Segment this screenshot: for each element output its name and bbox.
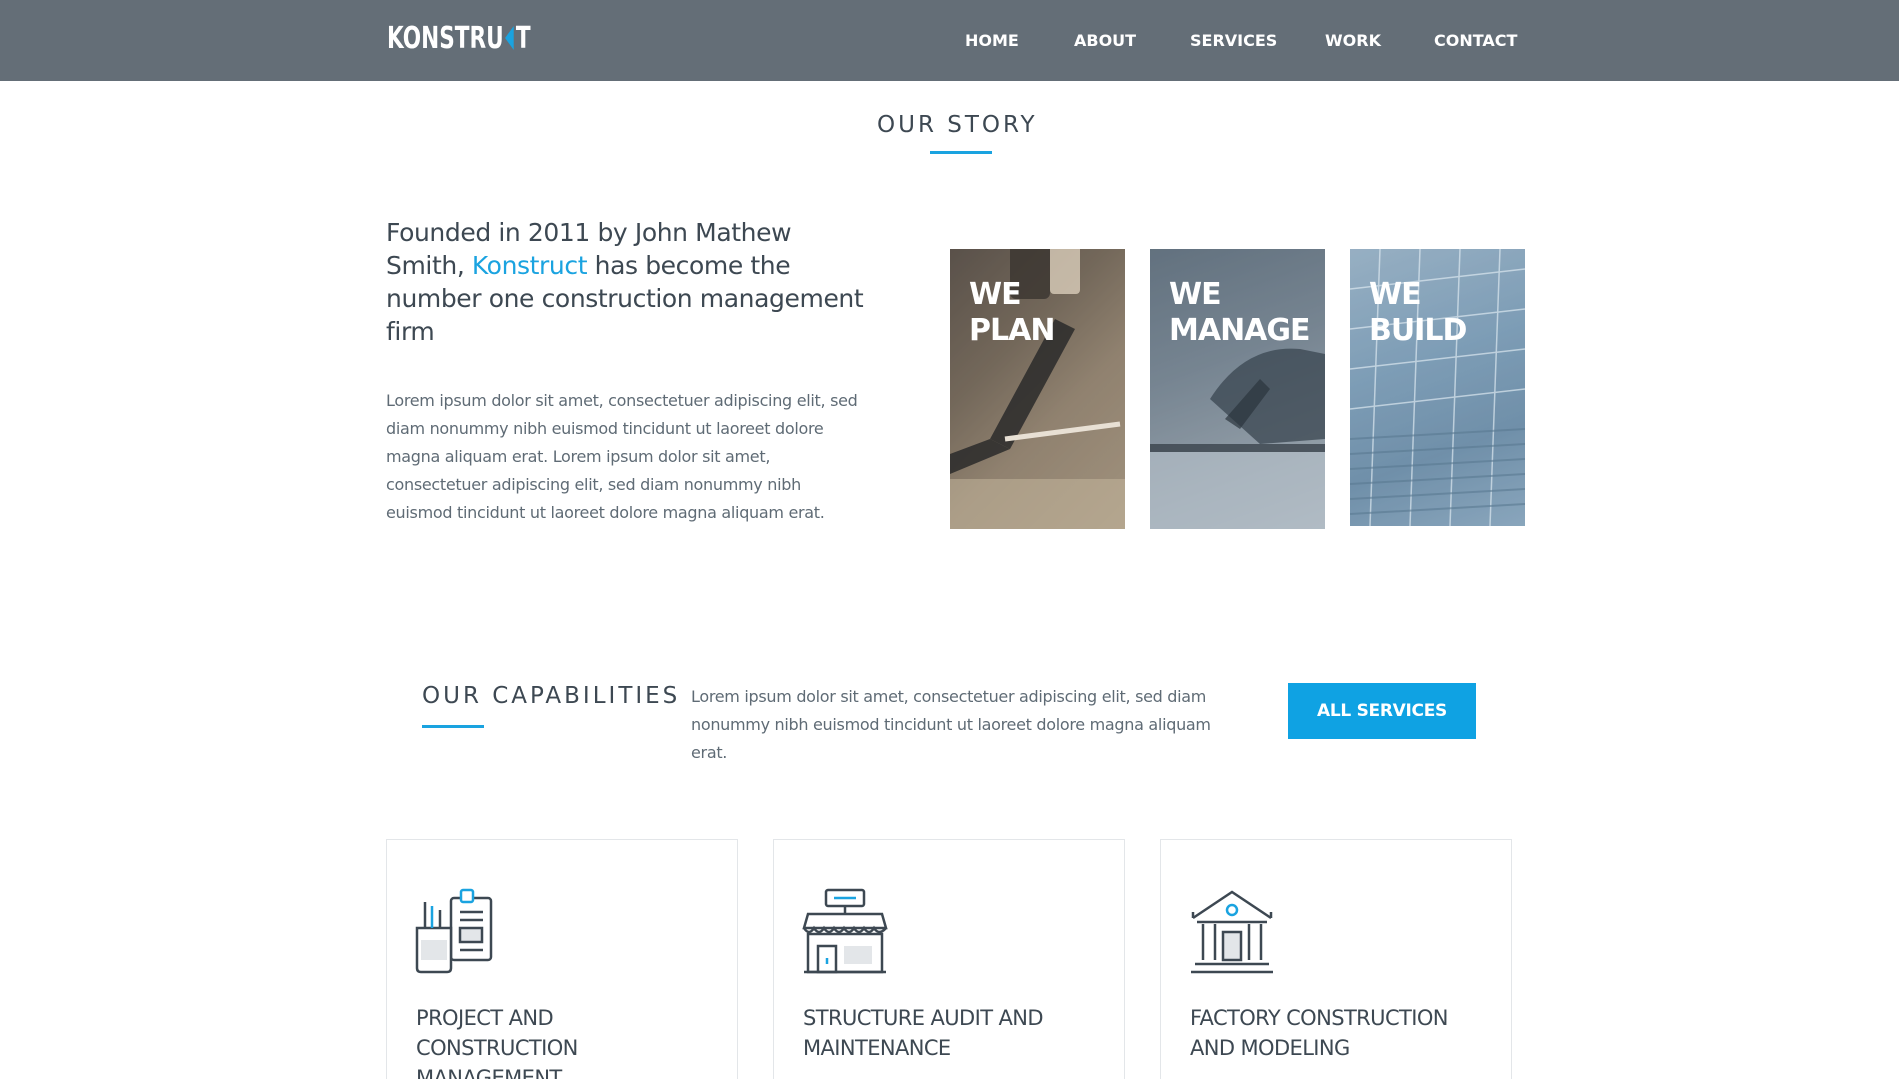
we-manage-tile[interactable]: WE MANAGE [1150, 249, 1325, 529]
tile-build-line2: BUILD [1369, 313, 1467, 348]
capability-card[interactable]: PROJECT AND CONSTRUCTION MANAGEMENT [386, 839, 738, 1079]
storefront-icon [802, 888, 888, 974]
we-manage-caption: WE MANAGE [1169, 277, 1311, 349]
logo-chevron-mark [505, 26, 514, 50]
konstruct-logo[interactable]: KONSTRU T [387, 20, 531, 56]
nav-services[interactable]: SERVICES [1190, 31, 1277, 50]
story-lead: Founded in 2011 by John Mathew Smith, Ko… [386, 216, 866, 348]
tile-build-line1: WE [1369, 277, 1422, 312]
we-plan-tile[interactable]: WE PLAN [950, 249, 1125, 529]
our-capabilities-underline [422, 725, 484, 728]
brand-link[interactable]: Konstruct [472, 251, 588, 280]
logo-text-left: KONSTRU [387, 20, 504, 56]
all-services-button[interactable]: ALL SERVICES [1288, 683, 1476, 739]
story-body: Lorem ipsum dolor sit amet, consectetuer… [386, 391, 858, 522]
our-story-underline [930, 151, 992, 154]
tile-plan-line2: PLAN [969, 313, 1055, 348]
nav-about[interactable]: ABOUT [1074, 31, 1136, 50]
capabilities-description: Lorem ipsum dolor sit amet, consectetuer… [691, 687, 1211, 762]
card-title: STRUCTURE AUDIT AND MAINTENANCE [803, 1006, 1044, 1060]
logo-text-right: T [515, 20, 531, 56]
tile-plan-line1: WE [969, 277, 1022, 312]
we-build-tile[interactable]: WE BUILD [1350, 249, 1525, 526]
card-title: PROJECT AND CONSTRUCTION MANAGEMENT [416, 1006, 578, 1079]
nav-work[interactable]: WORK [1325, 31, 1381, 50]
tile-manage-line1: WE [1169, 277, 1222, 312]
building-columns-icon [1191, 890, 1273, 974]
nav-home[interactable]: HOME [965, 31, 1019, 50]
nav-contact[interactable]: CONTACT [1434, 31, 1517, 50]
card-title: FACTORY CONSTRUCTION AND MODELING [1190, 1006, 1448, 1060]
we-build-caption: WE BUILD [1369, 277, 1467, 349]
our-capabilities-heading: OUR CAPABILITIES [422, 683, 681, 709]
tile-manage-line2: MANAGE [1169, 313, 1311, 348]
capability-card[interactable]: FACTORY CONSTRUCTION AND MODELING [1160, 839, 1512, 1079]
top-navigation-bar: KONSTRU T HOME ABOUT SERVICES WORK CONTA… [0, 0, 1899, 81]
our-story-heading: OUR STORY [877, 112, 1038, 138]
we-plan-caption: WE PLAN [969, 277, 1055, 349]
capability-card[interactable]: STRUCTURE AUDIT AND MAINTENANCE [773, 839, 1125, 1079]
documents-pencil-cup-icon [415, 888, 493, 974]
